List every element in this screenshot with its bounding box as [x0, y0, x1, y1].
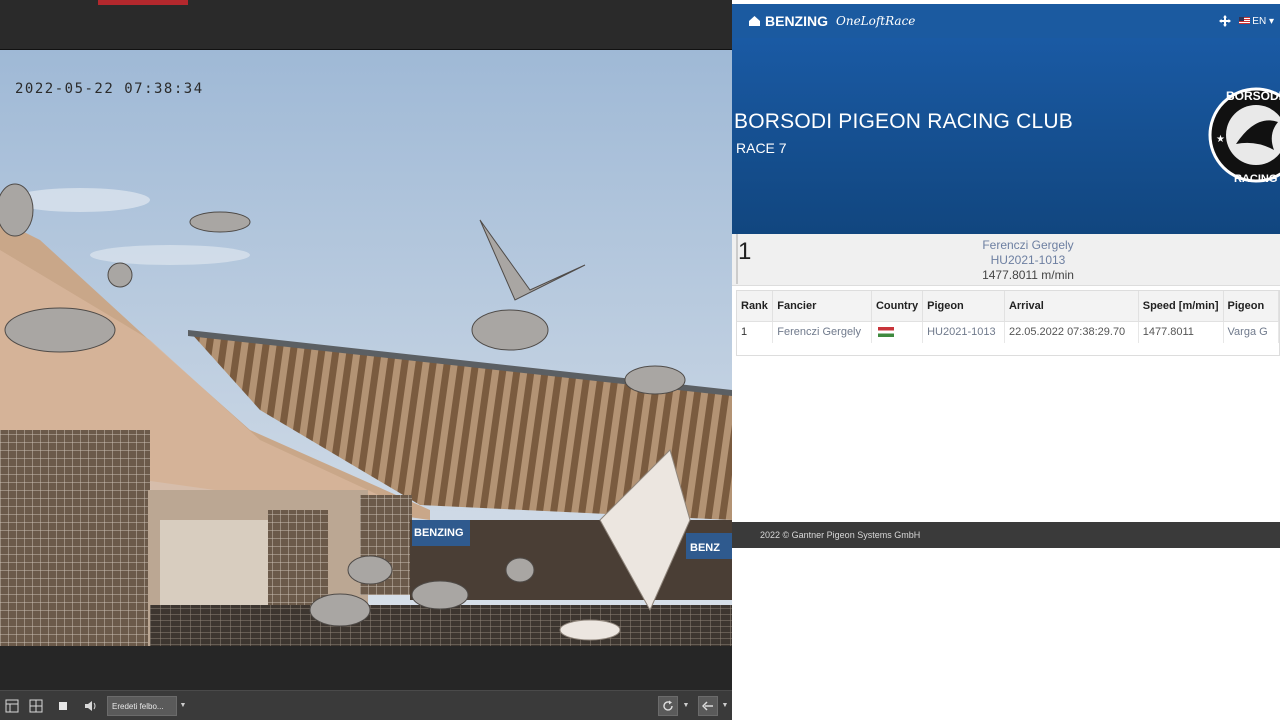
chevron-down-icon[interactable]: ▼: [178, 696, 188, 716]
results-web-page: BENZING OneLoftRace EN ▾ BORSODI PIGEON …: [732, 0, 1280, 720]
row-pigeon-name: Varga G: [1223, 321, 1279, 343]
results-table-container: Rank Fancier Country Pigeon Arrival Spee…: [736, 290, 1280, 356]
race-header: BORSODI PIGEON RACING CLUB RACE 7 BORSOD…: [732, 38, 1280, 234]
language-selector[interactable]: EN ▾: [1238, 15, 1274, 27]
club-name: BORSODI PIGEON RACING CLUB: [734, 110, 1073, 133]
results-table: Rank Fancier Country Pigeon Arrival Spee…: [737, 291, 1279, 343]
col-pigeon-name[interactable]: Pigeon: [1223, 291, 1279, 322]
camera-timestamp: 2022-05-22 07:38:34: [15, 81, 204, 97]
loft-camera-scene: BENZING BENZ: [0, 50, 732, 646]
page-footer: 2022 © Gantner Pigeon Systems GmbH: [732, 522, 1280, 548]
viewer-toolbar: Eredeti felbo... ▼ ▼ ▼: [0, 690, 732, 720]
back-options-chevron-icon[interactable]: ▼: [720, 696, 730, 716]
row-speed: 1477.8011: [1138, 321, 1224, 343]
camera-viewer: BENZING BENZ 2022-05-22 07:38:34 Eredeti…: [0, 0, 732, 720]
row-country: [871, 321, 924, 343]
brand-name: BENZING: [765, 13, 828, 29]
star-icon: ★: [1216, 134, 1225, 145]
row-fancier[interactable]: Ferenczi Gergely: [772, 321, 872, 343]
col-pigeon[interactable]: Pigeon: [922, 291, 1005, 322]
move-arrows-icon[interactable]: [1218, 15, 1231, 27]
brand-tagline: OneLoftRace: [836, 14, 916, 28]
stream-resolution-select[interactable]: Eredeti felbo...: [107, 696, 177, 716]
recording-indicator: [98, 0, 188, 5]
table-row[interactable]: 1 Ferenczi Gergely HU2021-1013 22.05.202…: [737, 321, 1279, 343]
nav-actions: EN ▾: [1218, 15, 1274, 27]
loft-sign-text: BENZING: [414, 527, 464, 539]
row-arrival: 22.05.2022 07:38:29.70: [1004, 321, 1139, 343]
row-pigeon[interactable]: HU2021-1013: [922, 321, 1005, 343]
loft-sign-text-2: BENZ: [690, 542, 720, 554]
us-flag-icon: [1238, 16, 1250, 24]
winner-fancier: Ferenczi Gergely: [982, 238, 1074, 252]
winner-details: Ferenczi Gergely HU2021-1013 1477.8011 m…: [898, 238, 1158, 283]
chevron-down-icon: ▾: [1268, 15, 1274, 27]
race-name: RACE 7: [736, 140, 787, 156]
viewer-spacer: [0, 646, 732, 690]
arrow-left-icon[interactable]: [698, 696, 718, 716]
brand-link[interactable]: BENZING OneLoftRace: [748, 13, 915, 29]
logo-text-bottom: RACING: [1234, 173, 1277, 185]
col-country[interactable]: Country: [871, 291, 924, 322]
club-logo: BORSODI RACING ★: [1208, 87, 1280, 185]
refresh-icon[interactable]: [658, 696, 678, 716]
col-arrival[interactable]: Arrival: [1004, 291, 1139, 322]
home-icon: [749, 16, 760, 26]
hungary-flag-icon: [877, 327, 894, 338]
top-navbar: BENZING OneLoftRace EN ▾: [732, 4, 1280, 43]
camera-video-feed[interactable]: BENZING BENZ 2022-05-22 07:38:34: [0, 50, 732, 646]
viewer-title-bar: [0, 0, 732, 50]
speaker-icon[interactable]: [81, 696, 101, 716]
winner-ring: HU2021-1013: [990, 253, 1066, 267]
layout-quad-icon[interactable]: [26, 696, 46, 716]
logo-text-top: BORSODI: [1226, 89, 1280, 103]
col-rank[interactable]: Rank: [737, 291, 774, 322]
col-fancier[interactable]: Fancier: [772, 291, 872, 322]
refresh-options-chevron-icon[interactable]: ▼: [681, 696, 691, 716]
stop-icon[interactable]: [53, 696, 73, 716]
winner-rank: 1: [738, 238, 752, 265]
col-speed[interactable]: Speed [m/min]: [1138, 291, 1224, 322]
winner-summary: 1 Ferenczi Gergely HU2021-1013 1477.8011…: [732, 234, 1280, 286]
layout-grid-icon[interactable]: [2, 696, 22, 716]
row-rank: 1: [737, 321, 774, 343]
winner-speed: 1477.8011 m/min: [982, 268, 1074, 282]
footer-copyright: 2022 © Gantner Pigeon Systems GmbH: [760, 530, 921, 540]
